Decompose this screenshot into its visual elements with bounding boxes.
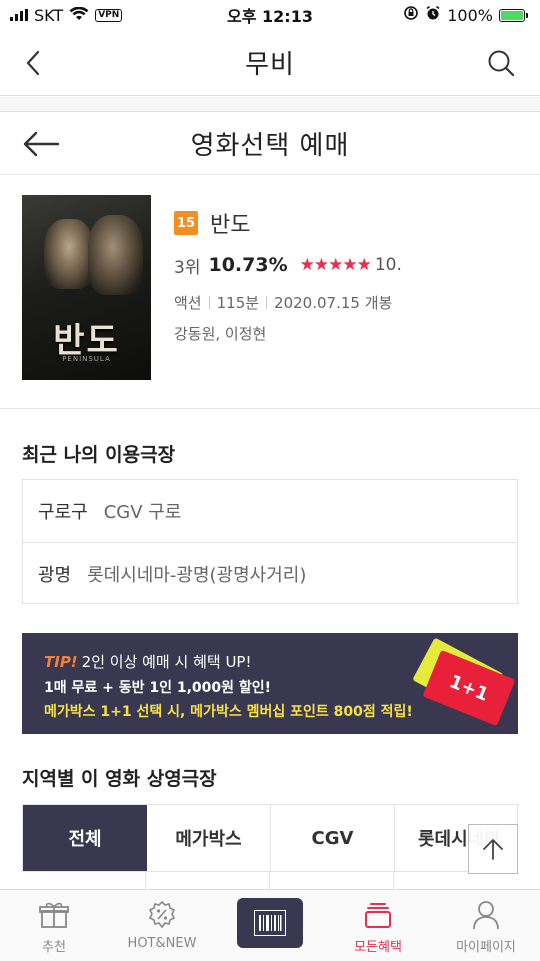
battery-icon: [499, 8, 528, 22]
signal-icon: [10, 6, 28, 25]
nav-hot-new[interactable]: HOT&NEW: [108, 890, 216, 961]
reservation-rate: 10.73%: [208, 254, 288, 276]
banner-line-2: 1매 무료 + 동반 1인 1,000원 할인!: [44, 680, 272, 696]
movie-title-row: 15 반도: [174, 203, 522, 243]
recent-theater-item[interactable]: 광명 롯데시네마-광명(광명사거리): [23, 542, 517, 604]
theaters-title: 지역별 이 영화 상영극장: [22, 768, 217, 790]
ticket-red-icon: 1+1: [422, 649, 516, 727]
gift-icon: [38, 900, 70, 930]
search-button[interactable]: [484, 46, 518, 80]
tab-cgv[interactable]: CGV: [271, 805, 395, 871]
recent-theaters-list: 구로구 CGV 구로 광명 롯데시네마-광명(광명사거리): [22, 479, 518, 604]
poster-subtitle: PENINSULA: [62, 355, 111, 363]
back-button[interactable]: [18, 48, 48, 78]
arrow-left-icon: [23, 131, 60, 157]
poster-figure-right: [88, 215, 143, 295]
nav-label: 마이페이지: [456, 940, 516, 955]
orientation-lock-icon: [403, 5, 419, 25]
nav-label: 모든혜택: [354, 940, 402, 955]
poster-figure-left: [44, 219, 94, 289]
meta-separator: [208, 296, 210, 309]
status-right: 100%: [403, 5, 528, 25]
recent-theater-name: 롯데시네마-광명(광명사거리): [87, 564, 307, 586]
theater-tabs: 전체 메가박스 CGV 롯데시네마: [22, 804, 518, 872]
nav-label: 추천: [42, 940, 66, 955]
recent-theaters-title: 최근 나의 이용극장: [22, 444, 176, 466]
banner-tip-label: TIP!: [44, 653, 78, 671]
movie-rank: 3위: [174, 257, 201, 278]
recent-theater-name: CGV 구로: [103, 502, 182, 523]
star-rating-icon: ★★★★★: [299, 255, 372, 275]
tab-content-top: [22, 872, 518, 890]
sub-title: 영화선택 예매: [190, 131, 350, 161]
nav-all-benefits[interactable]: 모든혜택: [324, 890, 432, 961]
recent-theater-area: 구로구: [38, 502, 88, 523]
movie-title: 반도: [210, 213, 251, 238]
recent-theater-item[interactable]: 구로구 CGV 구로: [23, 480, 517, 542]
battery-percent: 100%: [447, 5, 493, 25]
chevron-left-icon: [26, 50, 40, 76]
movie-release: 2020.07.15 개봉: [274, 294, 393, 312]
banner-line-1-text: 2인 이상 예매 시 혜택 UP!: [81, 653, 252, 671]
search-icon: [488, 50, 515, 77]
movie-meta: 액션 115분 2020.07.15 개봉: [174, 292, 522, 313]
ticket-text: 1+1: [446, 670, 492, 706]
movie-rank-row: 3위 10.73% ★★★★★ 10.: [174, 250, 522, 280]
arrow-up-icon: [483, 839, 503, 860]
nav-mypage[interactable]: 마이페이지: [432, 890, 540, 961]
status-left: SKT VPN: [10, 5, 123, 25]
movie-genre: 액션: [174, 294, 202, 312]
recent-theater-area: 광명: [38, 564, 72, 586]
promo-banner[interactable]: TIP! 2인 이상 예매 시 혜택 UP! 1매 무료 + 동반 1인 1,00…: [22, 633, 518, 734]
person-icon: [470, 900, 502, 930]
movie-cast: 강동원, 이정현: [174, 325, 267, 343]
scroll-top-button[interactable]: [468, 824, 518, 874]
nav-barcode[interactable]: [216, 890, 324, 961]
tab-megabox[interactable]: 메가박스: [147, 805, 271, 871]
barcode-icon: [254, 909, 286, 936]
banner-line-3: 메가박스 1+1 선택 시, 메가박스 멤버십 포인트 800점 적립!: [44, 704, 413, 720]
tab-all[interactable]: 전체: [23, 805, 147, 871]
sub-back-button[interactable]: [22, 127, 62, 161]
carrier-name: SKT: [34, 5, 64, 25]
movie-info: 15 반도 3위 10.73% ★★★★★ 10. 액션 115분 2020.0…: [174, 195, 522, 344]
movie-poster[interactable]: 반도 PENINSULA: [22, 195, 151, 380]
wifi-icon: [69, 6, 89, 25]
alarm-icon: [425, 5, 441, 25]
age-rating-badge: 15: [174, 211, 198, 235]
movie-runtime: 115분: [216, 294, 260, 312]
bottom-nav: 추천 HOT&NEW 모든혜택 마이페이지: [0, 889, 540, 961]
barcode-button[interactable]: [237, 897, 303, 948]
banner-line-1: TIP! 2인 이상 예매 시 혜택 UP!: [44, 651, 251, 672]
nav-label: HOT&NEW: [127, 936, 197, 951]
movie-score: 10.: [374, 255, 402, 275]
movie-card[interactable]: 반도 PENINSULA 15 반도 3위 10.73% ★★★★★ 10. 액…: [22, 195, 522, 385]
vpn-badge: VPN: [95, 8, 123, 22]
app-title: 무비: [245, 50, 295, 80]
nav-recommend[interactable]: 추천: [0, 890, 108, 961]
section-divider: [0, 408, 540, 409]
app-header: 무비: [0, 30, 540, 96]
status-bar: SKT VPN 오후 12:13 100%: [0, 0, 540, 30]
meta-separator: [266, 296, 268, 309]
gap-strip: [0, 97, 540, 112]
sub-header: 영화선택 예매: [0, 113, 540, 175]
percent-badge-icon: [146, 900, 178, 930]
ticket-stack-icon: [362, 900, 394, 930]
